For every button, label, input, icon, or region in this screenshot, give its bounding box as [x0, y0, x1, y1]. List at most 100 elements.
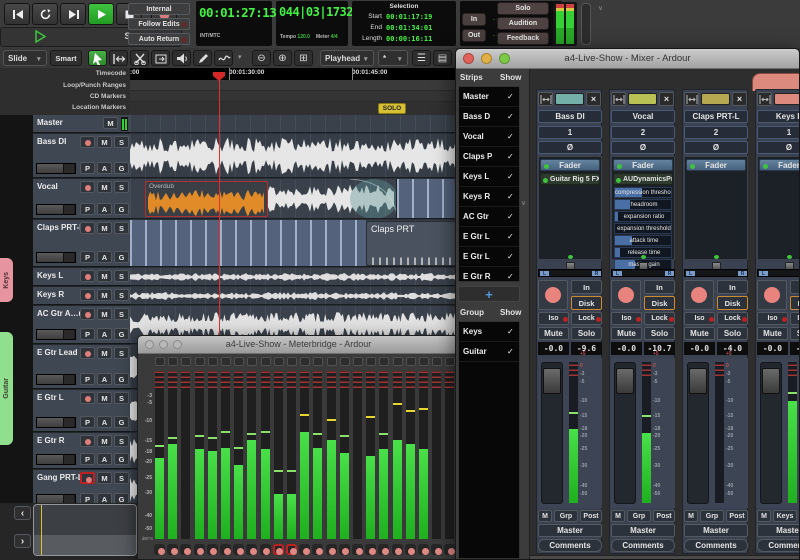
check-icon[interactable]: ✓	[507, 172, 517, 182]
ruler-label-1[interactable]: Loop/Punch Ranges	[0, 80, 126, 91]
strip-list-item[interactable]: Bass D✓	[459, 107, 519, 127]
record-enable-button[interactable]	[80, 181, 95, 193]
record-enable-button[interactable]	[431, 544, 442, 555]
playlist-button[interactable]: P	[80, 328, 95, 340]
meter-label-cell[interactable]	[406, 357, 416, 366]
mute-button[interactable]: M	[97, 435, 112, 447]
fader-processor[interactable]: Fader	[759, 159, 800, 171]
disk-button[interactable]: Disk	[571, 296, 602, 310]
record-enable-button[interactable]	[286, 544, 297, 555]
processor-box[interactable]: Fader	[684, 156, 748, 260]
gain-display[interactable]: -0.0	[684, 342, 715, 355]
smart-mode-button[interactable]: Smart	[50, 50, 82, 66]
region-overdub[interactable]: Overdub	[145, 181, 268, 217]
narrow-wide-button[interactable]	[538, 92, 553, 106]
automation-button[interactable]: A	[97, 328, 112, 340]
feedback-button[interactable]: Feedback	[497, 32, 549, 45]
fader-handle[interactable]	[689, 368, 707, 394]
input-button[interactable]: In	[644, 280, 675, 294]
record-enable-button[interactable]	[405, 544, 416, 555]
plugin-control-1[interactable]: headroom	[614, 199, 672, 210]
slider-handle[interactable]	[63, 375, 74, 384]
metering-button[interactable]: M	[757, 510, 771, 522]
track-header-0[interactable]: MasterM	[33, 115, 130, 133]
meter-label-cell[interactable]	[313, 357, 323, 366]
solo-button[interactable]: Solo	[644, 327, 675, 340]
meter-label-cell[interactable]	[366, 357, 376, 366]
internal-button[interactable]: Internal	[128, 3, 190, 15]
metering-button[interactable]: M	[684, 510, 698, 522]
meter-label-cell[interactable]	[208, 357, 218, 366]
fader-track[interactable]	[614, 362, 636, 504]
record-enable-button[interactable]	[378, 544, 389, 555]
track-header-1[interactable]: Bass DIMSPAG	[33, 134, 130, 178]
track-gain-slider[interactable]	[36, 329, 76, 340]
record-enable-button[interactable]	[80, 136, 95, 148]
group-button[interactable]: G	[114, 453, 129, 465]
meter-label-cell[interactable]	[327, 357, 337, 366]
output-button[interactable]: Master	[538, 524, 602, 537]
automation-button[interactable]: A	[97, 453, 112, 465]
group-list-item[interactable]: Guitar✓	[459, 342, 519, 362]
comments-button[interactable]: Comments	[684, 539, 748, 552]
cut-tool-icon[interactable]	[130, 50, 149, 66]
comments-button[interactable]: Comments	[757, 539, 800, 552]
strip-list-item[interactable]: Master✓	[459, 87, 519, 107]
input-button[interactable]: In	[571, 280, 602, 294]
strip-name-button[interactable]: Claps PRT-L	[684, 110, 748, 123]
processor-box[interactable]: FaderGuitar Rig 5 FX	[538, 156, 602, 260]
goto-end-button[interactable]	[60, 3, 86, 25]
record-enable-button[interactable]	[80, 347, 95, 359]
record-enable-button[interactable]	[273, 544, 284, 555]
nav-right-button[interactable]: ›	[14, 534, 31, 548]
group-assign-button[interactable]: Grp	[627, 510, 651, 522]
solo-iso-button[interactable]: Iso	[538, 312, 569, 325]
playhead-marker[interactable]	[212, 69, 226, 80]
playlist-button[interactable]: P	[80, 162, 95, 174]
zoom-in-icon[interactable]: ⊕	[273, 50, 292, 66]
check-icon[interactable]: ✓	[507, 232, 517, 242]
strip-color-swatch[interactable]	[701, 93, 730, 105]
automation-button[interactable]: A	[97, 373, 112, 385]
input-button[interactable]: In	[790, 280, 800, 294]
group-list-item[interactable]: Keys✓	[459, 322, 519, 342]
strip-input-button[interactable]: 2	[684, 126, 748, 139]
group-button[interactable]: G	[114, 251, 129, 263]
playlist-button[interactable]: P	[80, 453, 95, 465]
solo-button[interactable]: S	[114, 289, 129, 301]
track-header-5[interactable]: Keys RMS	[33, 287, 130, 305]
solo-button[interactable]: S	[114, 181, 129, 193]
summary-box[interactable]	[33, 504, 137, 556]
record-enable-button[interactable]	[326, 544, 337, 555]
record-enable-button[interactable]	[538, 280, 568, 310]
track-header-9[interactable]: E Gtr RMSPAG	[33, 433, 130, 469]
fader-handle[interactable]	[616, 368, 634, 394]
fader-track[interactable]	[541, 362, 563, 504]
mute-button[interactable]: M	[97, 392, 112, 404]
strip-input-button[interactable]: 2	[611, 126, 675, 139]
solo-button[interactable]: S	[114, 136, 129, 148]
solo-button[interactable]: S	[114, 392, 129, 404]
record-enable-button[interactable]	[80, 472, 95, 484]
record-enable-button[interactable]	[80, 270, 95, 282]
post-button[interactable]: Post	[726, 510, 748, 522]
automation-button[interactable]: A	[97, 162, 112, 174]
master-mute-button[interactable]: M	[103, 117, 118, 129]
plugin-0[interactable]: Guitar Rig 5 FX	[540, 173, 600, 185]
automation-button[interactable]: A	[97, 416, 112, 428]
ruler-label-0[interactable]: Timecode	[0, 68, 126, 80]
mixer-titlebar[interactable]: a4-Live-Show - Mixer - Ardour	[456, 49, 799, 69]
narrow-wide-button[interactable]	[684, 92, 699, 106]
loop-button[interactable]	[32, 3, 58, 25]
record-enable-button[interactable]	[757, 280, 787, 310]
record-enable-button[interactable]	[80, 289, 95, 301]
fader-handle[interactable]	[543, 368, 561, 394]
punch-out-button[interactable]: Out	[462, 29, 486, 42]
disk-button[interactable]: Disk	[644, 296, 675, 310]
record-enable-button[interactable]	[611, 280, 641, 310]
group-button[interactable]: G	[114, 328, 129, 340]
pan-control[interactable]: LR	[757, 262, 800, 277]
record-enable-button[interactable]	[220, 544, 231, 555]
automation-button[interactable]: A	[97, 251, 112, 263]
meter-label-cell[interactable]	[340, 357, 350, 366]
